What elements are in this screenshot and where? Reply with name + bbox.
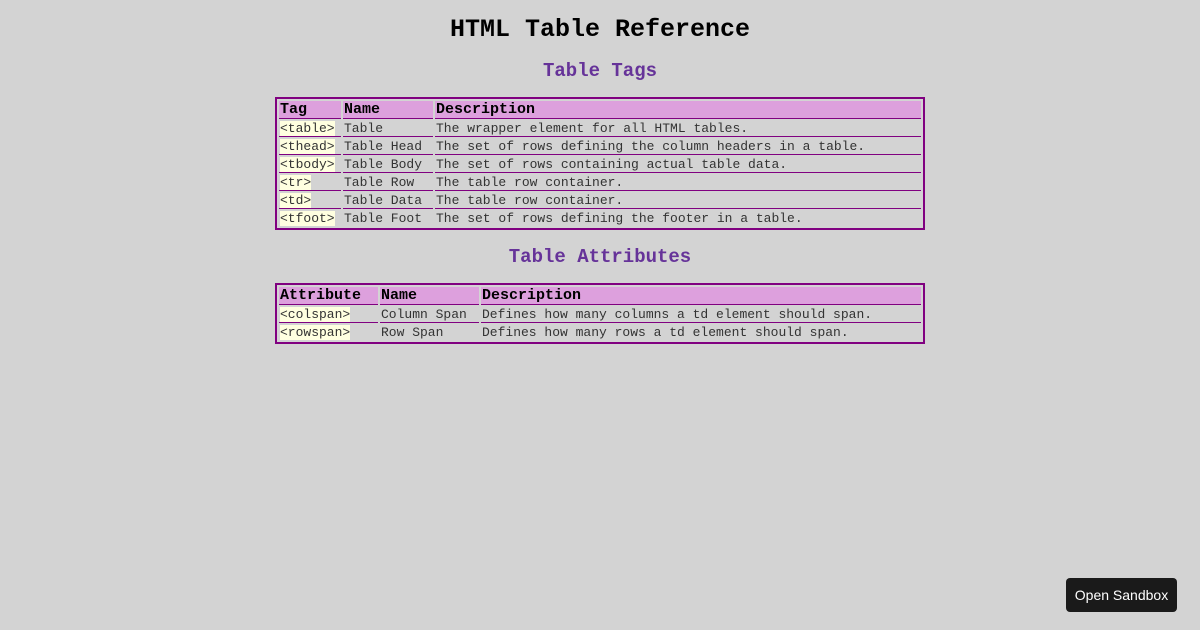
tag-cell: <tfoot> (279, 211, 341, 226)
header-tag: Tag (279, 101, 341, 119)
tag-code: <tfoot> (280, 211, 335, 226)
description-cell: The table row container. (435, 193, 921, 209)
tag-cell: <td> (279, 193, 341, 209)
page-title: HTML Table Reference (449, 15, 751, 44)
name-cell: Table Data (343, 193, 433, 209)
header-row: Attribute Name Description (279, 287, 921, 305)
tag-cell: <tbody> (279, 157, 341, 173)
description-cell: Defines how many rows a td element shoul… (482, 325, 849, 340)
header-description: Description (435, 101, 921, 119)
name-cell: Table Head (343, 139, 433, 155)
header-name: Name (343, 101, 433, 119)
header-row: Tag Name Description (279, 101, 921, 119)
header-attribute: Attribute (279, 287, 378, 305)
table-row: <td> Table Data The table row container. (279, 193, 921, 209)
open-sandbox-button[interactable]: Open Sandbox (1066, 578, 1177, 612)
description-cell: The set of rows defining the column head… (435, 139, 921, 155)
tag-code: <td> (280, 193, 312, 208)
tag-code: <tr> (280, 175, 312, 190)
table-attributes-table: Attribute Name Description <colspan> Col… (275, 283, 925, 344)
table-tags-table: Tag Name Description <table> Table The w… (275, 97, 925, 230)
header-description: Description (481, 287, 921, 305)
attribute-code: <rowspan> (280, 325, 351, 340)
table-row: <tfoot> Table Foot The set of rows defin… (279, 211, 921, 226)
table-tags-body: <table> Table The wrapper element for al… (279, 121, 921, 226)
table-row: <table> Table The wrapper element for al… (279, 121, 921, 137)
description-cell: The set of rows defining the footer in a… (436, 211, 803, 226)
table-row: <tr> Table Row The table row container. (279, 175, 921, 191)
attribute-cell: <rowspan> (279, 325, 378, 340)
name-cell: Row Span (381, 325, 444, 340)
tag-code: <table> (280, 121, 335, 136)
name-cell: Table Foot (344, 211, 423, 226)
table-row: <tbody> Table Body The set of rows conta… (279, 157, 921, 173)
tag-cell: <tr> (279, 175, 341, 191)
table-attributes-heading: Table Attributes (508, 246, 692, 268)
name-cell: Column Span (380, 307, 479, 323)
table-row: <rowspan> Row Span Defines how many rows… (279, 325, 921, 340)
table-tags-heading: Table Tags (542, 60, 658, 82)
table-attributes-header: Attribute Name Description (279, 287, 921, 305)
description-cell: Defines how many columns a td element sh… (481, 307, 921, 323)
attribute-cell: <colspan> (279, 307, 378, 323)
table-tags-header: Tag Name Description (279, 101, 921, 119)
table-row: <thead> Table Head The set of rows defin… (279, 139, 921, 155)
tag-cell: <table> (279, 121, 341, 137)
description-cell: The set of rows containing actual table … (435, 157, 921, 173)
table-row: <colspan> Column Span Defines how many c… (279, 307, 921, 323)
description-cell: The table row container. (435, 175, 921, 191)
tag-code: <tbody> (280, 157, 335, 172)
description-cell: The wrapper element for all HTML tables. (435, 121, 921, 137)
tag-cell: <thead> (279, 139, 341, 155)
table-attributes-body: <colspan> Column Span Defines how many c… (279, 307, 921, 340)
name-cell: Table Row (343, 175, 433, 191)
attribute-code: <colspan> (280, 307, 351, 322)
name-cell: Table Body (343, 157, 433, 173)
name-cell: Table (343, 121, 433, 137)
tag-code: <thead> (280, 139, 335, 154)
header-name: Name (380, 287, 479, 305)
